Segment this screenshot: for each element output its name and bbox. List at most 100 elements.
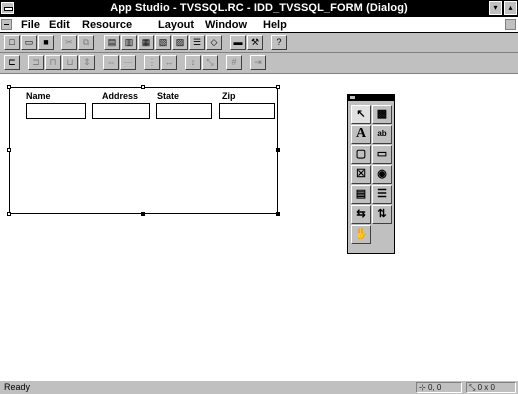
pointer-icon: ↖ — [356, 108, 366, 120]
radio-button-tool[interactable]: ◉ — [372, 165, 392, 184]
palette-title-bar[interactable] — [348, 95, 394, 101]
test-button[interactable]: ▬ — [230, 35, 246, 50]
status-position: ⊹ 0, 0 — [416, 382, 462, 393]
new-accelerator-icon: ◇ — [210, 37, 218, 47]
open-button[interactable]: ▭ — [21, 35, 37, 50]
zip-field[interactable] — [219, 103, 275, 119]
standard-toolbar: □ ▭ ■ ✂ ⧉ ▤ ▥ ▦ ▧ ▨ ☰ ◇ ▬ ⚒ ? — [0, 33, 518, 53]
new-bitmap-icon: ▨ — [175, 37, 185, 47]
space-down-icon: ⋮ — [147, 57, 157, 67]
copy-button[interactable]: ⧉ — [78, 35, 94, 50]
new-icon-resource-button[interactable]: ▧ — [155, 35, 171, 50]
center-horizontal-icon: ⇔ — [106, 57, 116, 67]
align-left-button[interactable]: ⊏ — [4, 55, 20, 70]
document-restore-button[interactable] — [505, 19, 516, 30]
make-same-height-button[interactable]: ↕ — [185, 55, 201, 70]
picture-tool[interactable]: ▩ — [372, 105, 392, 124]
resize-handle-bottom[interactable] — [141, 212, 145, 216]
align-bottom-icon: ⊔ — [66, 57, 74, 67]
list-box-tool[interactable]: ☰ — [372, 185, 392, 204]
help-button[interactable]: ? — [271, 35, 287, 50]
class-wizard-button[interactable]: ⚒ — [247, 35, 263, 50]
new-bitmap-button[interactable]: ▨ — [172, 35, 188, 50]
group-box-tool[interactable]: ▢ — [351, 145, 371, 164]
space-across-button[interactable]: ⋯ — [120, 55, 136, 70]
resize-handle-right[interactable] — [276, 148, 280, 152]
space-down-button[interactable]: ⋮ — [144, 55, 160, 70]
align-top-button[interactable]: ⊓ — [45, 55, 61, 70]
menu-bar: File Edit Resource Layout Window Help — [0, 17, 518, 33]
horizontal-scrollbar-tool[interactable]: ⇆ — [351, 205, 371, 224]
menu-file[interactable]: File — [21, 19, 40, 31]
edit-box-tool[interactable]: ab — [372, 125, 392, 144]
resize-handle-bottom-left — [7, 212, 11, 216]
combo-box-tool[interactable]: ▤ — [351, 185, 371, 204]
make-same-width-icon: ↔ — [164, 57, 174, 67]
resize-handle-top-right — [276, 85, 280, 89]
new-button[interactable]: □ — [4, 35, 20, 50]
static-text-tool[interactable]: A — [351, 125, 371, 144]
name-field[interactable] — [26, 103, 86, 119]
new-icon-resource-icon: ▧ — [158, 37, 168, 47]
new-accelerator-button[interactable]: ◇ — [206, 35, 222, 50]
menu-resource[interactable]: Resource — [82, 19, 132, 31]
cut-button[interactable]: ✂ — [61, 35, 77, 50]
cut-icon: ✂ — [65, 37, 73, 47]
menu-window[interactable]: Window — [205, 19, 247, 31]
tab-order-icon: ⇥ — [254, 57, 262, 67]
grid-button[interactable]: # — [226, 55, 242, 70]
class-wizard-icon: ⚒ — [250, 37, 260, 47]
status-position-value: 0, 0 — [427, 383, 442, 392]
size-icon: ⤡ — [469, 383, 478, 392]
new-cursor-button[interactable]: ▦ — [138, 35, 154, 50]
tab-order-button[interactable]: ⇥ — [250, 55, 266, 70]
status-bar: Ready ⊹ 0, 0 ⤡ 0 x 0 — [0, 380, 518, 394]
align-top-icon: ⊓ — [49, 57, 57, 67]
new-cursor-icon: ▦ — [141, 37, 151, 47]
new-dialog-button[interactable]: ▤ — [104, 35, 120, 50]
layout-toolbar: ⊏ ⊐ ⊓ ⊔ ⇕ ⇔ ⋯ ⋮ ↔ ↕ ⤡ # ⇥ — [0, 53, 518, 74]
menu-layout[interactable]: Layout — [158, 19, 194, 31]
center-vertical-button[interactable]: ⇕ — [79, 55, 95, 70]
check-box-tool[interactable]: ☒ — [351, 165, 371, 184]
test-icon: ▬ — [233, 37, 243, 47]
menu-edit[interactable]: Edit — [49, 19, 70, 31]
combo-box-icon: ▤ — [355, 188, 367, 200]
new-icon: □ — [9, 37, 15, 47]
state-field[interactable] — [156, 103, 212, 119]
maximize-button[interactable]: ▴ — [504, 1, 517, 15]
vertical-scrollbar-icon: ⇅ — [377, 208, 387, 220]
new-string-table-button[interactable]: ☰ — [189, 35, 205, 50]
status-size: ⤡ 0 x 0 — [466, 382, 516, 393]
make-same-size-icon: ⤡ — [206, 57, 214, 67]
custom-control-tool[interactable]: ✋ — [351, 225, 371, 244]
check-box-icon: ☒ — [356, 168, 366, 180]
radio-button-icon: ◉ — [377, 168, 387, 180]
new-dialog-icon: ▤ — [107, 37, 117, 47]
resize-handle-bottom-right[interactable] — [276, 212, 280, 216]
window-title: App Studio - TVSSQL.RC - IDD_TVSSQL_FORM… — [110, 2, 408, 14]
new-menu-button[interactable]: ▥ — [121, 35, 137, 50]
vertical-scrollbar-tool[interactable]: ⇅ — [372, 205, 392, 224]
horizontal-scrollbar-icon: ⇆ — [356, 208, 366, 220]
align-bottom-button[interactable]: ⊔ — [62, 55, 78, 70]
align-right-button[interactable]: ⊐ — [28, 55, 44, 70]
document-system-menu-button[interactable] — [1, 19, 12, 30]
center-horizontal-button[interactable]: ⇔ — [103, 55, 119, 70]
push-button-icon: ▭ — [376, 148, 388, 160]
pointer-tool[interactable]: ↖ — [351, 105, 371, 124]
make-same-width-button[interactable]: ↔ — [161, 55, 177, 70]
make-same-size-button[interactable]: ⤡ — [202, 55, 218, 70]
save-button[interactable]: ■ — [38, 35, 54, 50]
minimize-button[interactable]: ▾ — [489, 1, 502, 15]
menu-help[interactable]: Help — [263, 19, 287, 31]
name-label: Name — [26, 91, 51, 101]
space-across-icon: ⋯ — [123, 57, 133, 67]
help-icon: ? — [276, 37, 282, 47]
edit-box-icon: ab — [377, 129, 387, 138]
address-field[interactable] — [92, 103, 150, 119]
zip-label: Zip — [222, 91, 236, 101]
resize-handle-left — [7, 148, 11, 152]
copy-icon: ⧉ — [82, 37, 90, 47]
push-button-tool[interactable]: ▭ — [372, 145, 392, 164]
